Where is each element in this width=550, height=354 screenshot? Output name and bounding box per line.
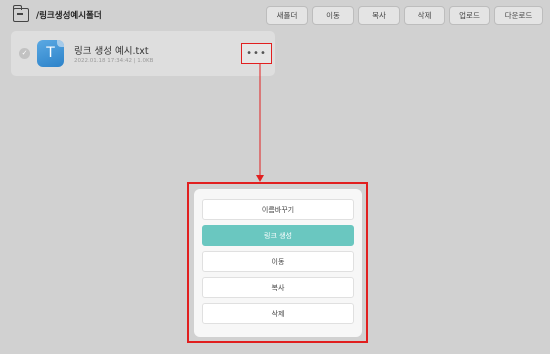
arrow-head-icon <box>256 175 264 182</box>
popup-move-button[interactable]: 이동 <box>202 251 354 272</box>
context-menu-popup: 이름바꾸기 링크 생성 이동 복사 삭제 <box>194 189 362 337</box>
rename-button[interactable]: 이름바꾸기 <box>202 199 354 220</box>
create-link-button[interactable]: 링크 생성 <box>202 225 354 246</box>
popup-copy-button[interactable]: 복사 <box>202 277 354 298</box>
popup-delete-button[interactable]: 삭제 <box>202 303 354 324</box>
